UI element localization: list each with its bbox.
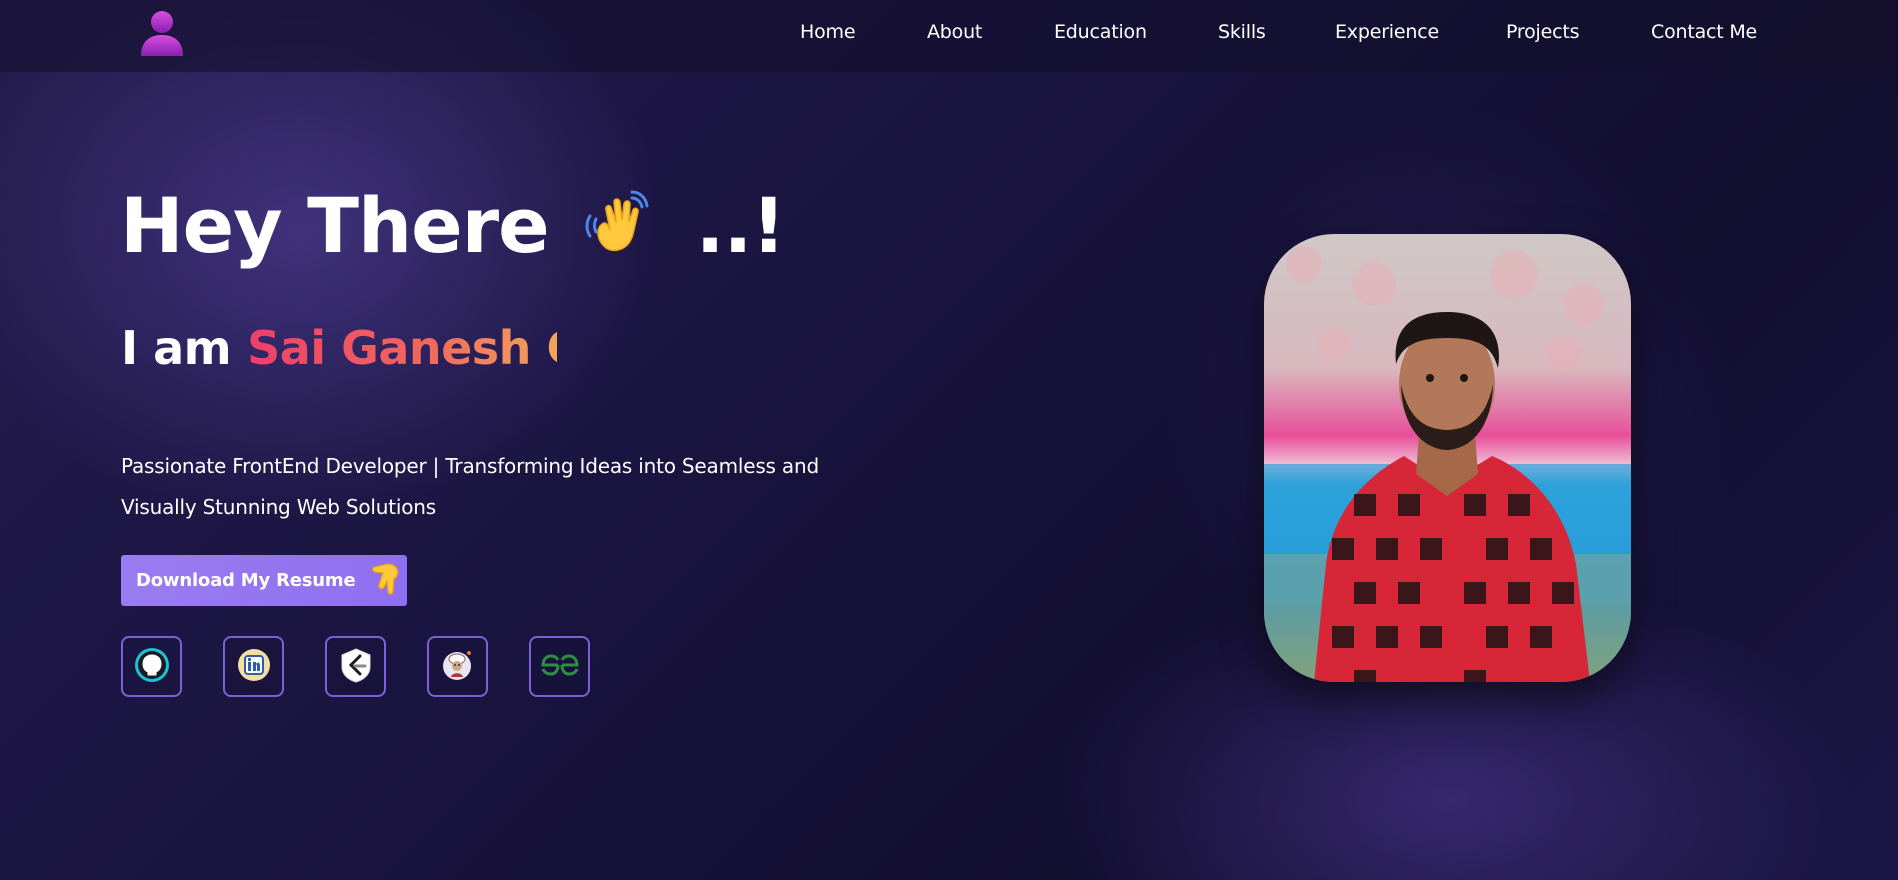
main-nav: Home About Education Skills Experience P… xyxy=(0,0,1898,66)
navbar: Home About Education Skills Experience P… xyxy=(0,0,1898,72)
intro-text: I am xyxy=(121,321,232,375)
greeting-text: Hey There xyxy=(120,181,550,270)
leetcode-link[interactable] xyxy=(325,636,386,697)
geeksforgeeks-icon xyxy=(539,653,581,681)
hero-tagline: Passionate FrontEnd Developer | Transfor… xyxy=(121,446,881,528)
linkedin-link[interactable] xyxy=(223,636,284,697)
profile-photo xyxy=(1264,234,1631,682)
codechef-icon xyxy=(440,647,476,687)
tagline-line-2: Visually Stunning Web Solutions xyxy=(121,495,436,519)
nav-skills[interactable]: Skills xyxy=(1218,21,1266,43)
developer-name: Sai Ganesh G xyxy=(247,325,557,371)
download-resume-button[interactable]: Download My Resume xyxy=(121,555,407,606)
nav-about[interactable]: About xyxy=(927,21,982,43)
linkedin-icon xyxy=(237,648,271,686)
nav-education[interactable]: Education xyxy=(1054,21,1147,43)
tagline-line-1: Passionate FrontEnd Developer | Transfor… xyxy=(121,454,819,478)
github-icon xyxy=(134,647,170,687)
nav-contact-me[interactable]: Contact Me xyxy=(1651,21,1757,43)
leetcode-icon xyxy=(338,647,374,687)
github-link[interactable] xyxy=(121,636,182,697)
hero-intro: I am Sai Ganesh G xyxy=(121,325,557,371)
backhand-index-pointing-down-icon xyxy=(369,561,401,601)
nav-home[interactable]: Home xyxy=(800,21,856,43)
typewriter-name: Sai Ganesh G xyxy=(247,325,557,371)
nav-projects[interactable]: Projects xyxy=(1506,21,1580,43)
nav-experience[interactable]: Experience xyxy=(1335,21,1439,43)
waving-hand-icon xyxy=(584,186,654,268)
codechef-link[interactable] xyxy=(427,636,488,697)
hero-greeting: Hey There ..! xyxy=(120,186,786,268)
greeting-suffix: ..! xyxy=(695,181,786,270)
download-resume-label: Download My Resume xyxy=(136,570,356,591)
geeksforgeeks-link[interactable] xyxy=(529,636,590,697)
